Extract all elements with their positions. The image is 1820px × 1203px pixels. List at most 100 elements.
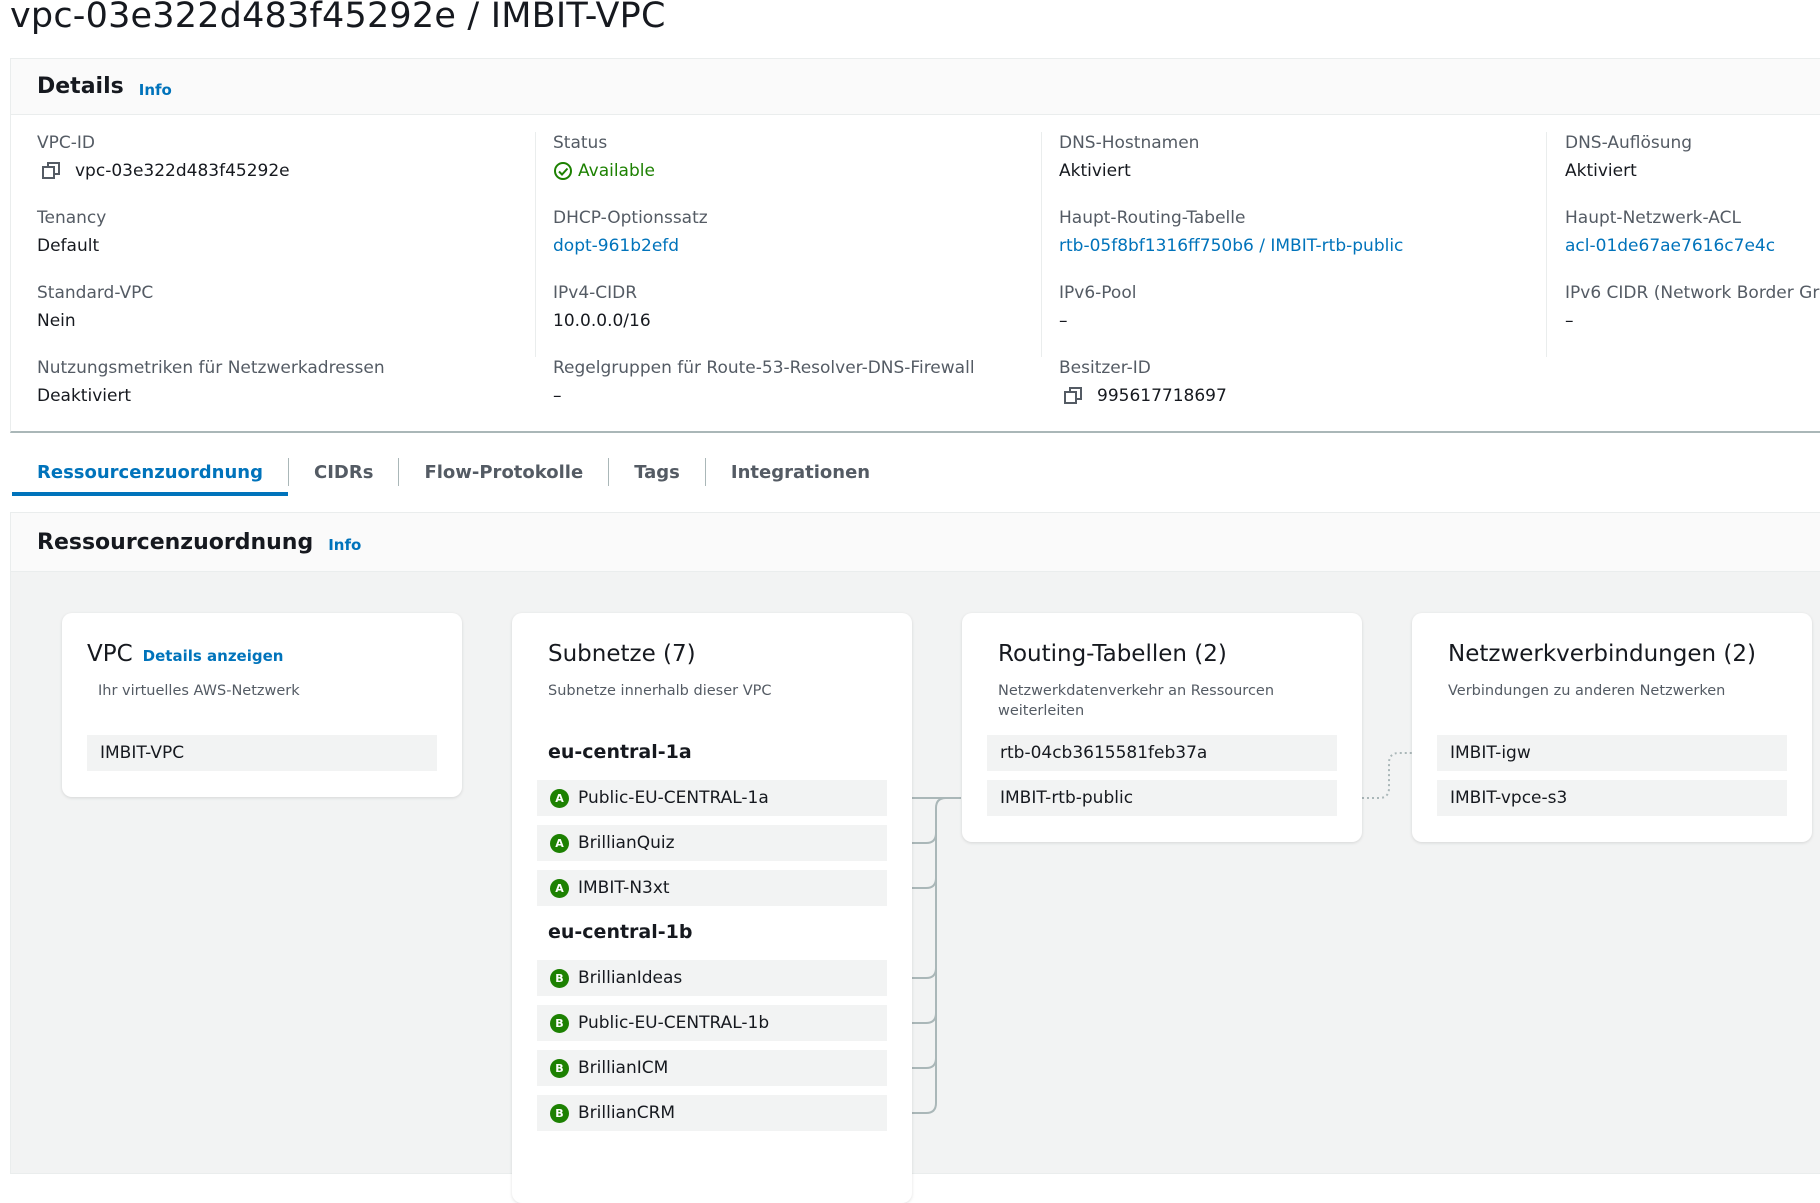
subnet-item[interactable]: B Public-EU-CENTRAL-1b [537,1005,887,1041]
subnet-item[interactable]: B BrillianIdeas [537,960,887,996]
az-badge-b: B [550,968,569,988]
subnet-item[interactable]: A Public-EU-CENTRAL-1a [537,780,887,816]
page-title: vpc-03e322d483f45292e / IMBIT-VPC [10,0,666,36]
tenancy-label: Tenancy [37,208,107,228]
dns-hostnames-value: Aktiviert [1059,161,1131,181]
subnet-item[interactable]: B BrillianCRM [537,1095,887,1131]
network-connections-card: Netzwerkverbindungen (2) Verbindungen zu… [1412,613,1812,842]
tab-bar: Ressourcenzuordnung CIDRs Flow-Protokoll… [12,448,895,496]
vpc-id-text: vpc-03e322d483f45292e [75,161,290,181]
field-vpc-id: VPC-ID vpc-03e322d483f45292e [37,132,535,207]
ipv6-pool-label: IPv6-Pool [1059,283,1137,303]
main-acl-label: Haupt-Netzwerk-ACL [1565,208,1741,228]
resource-map-title: Ressourcenzuordnung [37,529,314,555]
route-tables-card-title: Routing-Tabellen (2) [998,641,1227,667]
route-tables-desc-line-2: weiterleiten [998,703,1085,719]
status-ok-icon [554,162,572,180]
vpc-card-desc: Ihr virtuelles AWS-Netzwerk [98,683,300,699]
route-table-item[interactable]: rtb-04cb3615581feb37a [987,735,1337,771]
tab-tags[interactable]: Tags [609,448,705,496]
owner-id-label: Besitzer-ID [1059,358,1151,378]
az-badge-b: B [550,1013,569,1033]
route-tables-desc-line-1: Netzwerkdatenverkehr an Ressourcen [998,683,1275,699]
subnets-card: Subnetze (7) Subnetze innerhalb dieser V… [512,613,912,1203]
ipv6-pool-value: – [1059,311,1068,331]
ipv6-cidr-value: – [1565,311,1574,331]
vpc-id-label: VPC-ID [37,133,95,153]
connection-item[interactable]: IMBIT-igw [1437,735,1787,771]
copy-icon[interactable] [1063,385,1085,407]
default-vpc-value: Nein [37,311,76,331]
field-main-acl: Haupt-Netzwerk-ACL acl-01de67ae7616c7e4c [1565,207,1820,282]
subnet-label: Public-EU-CENTRAL-1b [578,1013,770,1033]
main-route-table-label: Haupt-Routing-Tabelle [1059,208,1246,228]
subnet-label: BrillianICM [578,1058,669,1078]
connector-lines [885,752,1437,1114]
route-tables-card: Routing-Tabellen (2) Netzwerkdatenverkeh… [962,613,1362,842]
copy-icon[interactable] [41,160,63,182]
default-vpc-label: Standard-VPC [37,283,154,303]
field-tenancy: Tenancy Default [37,207,535,282]
subnets-card-title: Subnetze (7) [548,641,696,667]
dhcp-label: DHCP-Optionssatz [553,208,708,228]
details-panel: Details Info VPC-ID vpc-03e322d483f45292… [10,58,1820,433]
details-info-link[interactable]: Info [139,81,172,99]
tab-resource-map[interactable]: Ressourcenzuordnung [12,448,288,496]
usage-metrics-label: Nutzungsmetriken für Netzwerkadressen [37,358,385,378]
vpc-item[interactable]: IMBIT-VPC [87,735,437,771]
az-heading-1b: eu-central-1b [548,921,693,943]
vpc-details-link[interactable]: Details anzeigen [143,647,284,665]
subnet-item[interactable]: A IMBIT-N3xt [537,870,887,906]
ipv4-cidr-value: 10.0.0.0/16 [553,311,651,331]
dhcp-link[interactable]: dopt-961b2efd [553,235,1041,257]
owner-id-value: 995617718697 [1059,385,1546,407]
connection-item[interactable]: IMBIT-vpce-s3 [1437,780,1787,816]
vpc-id-value: vpc-03e322d483f45292e [37,160,535,182]
tab-cidrs[interactable]: CIDRs [289,448,398,496]
az-heading-1a: eu-central-1a [548,741,692,763]
tab-flow-logs[interactable]: Flow-Protokolle [399,448,608,496]
status-label: Status [553,133,608,153]
subnet-label: BrillianQuiz [578,833,675,853]
details-column-3: DNS-Hostnamen Aktiviert Haupt-Routing-Ta… [1033,132,1547,406]
dns-hostnames-label: DNS-Hostnamen [1059,133,1200,153]
field-dns-resolution: DNS-Auflösung Aktiviert [1565,132,1820,207]
route-table-item[interactable]: IMBIT-rtb-public [987,780,1337,816]
field-owner-id: Besitzer-ID 995617718697 [1059,357,1546,432]
resource-map-info-link[interactable]: Info [328,536,361,554]
resource-map-panel: Ressourcenzuordnung Info VPC Details anz… [10,512,1820,1203]
vpc-card-heading: VPC [87,641,133,667]
ipv6-cidr-label: IPv6 CIDR (Network Border Group) [1565,283,1820,303]
field-dns-hostnames: DNS-Hostnamen Aktiviert [1059,132,1546,207]
az-badge-a: A [550,833,569,853]
ipv4-cidr-label: IPv4-CIDR [553,283,638,303]
resolver-rules-label: Regelgruppen für Route-53-Resolver-DNS-F… [553,358,975,378]
network-connections-card-title: Netzwerkverbindungen (2) [1448,641,1756,667]
tenancy-value: Default [37,236,100,256]
az-badge-a: A [550,788,569,808]
network-connections-card-desc: Verbindungen zu anderen Netzwerken [1448,683,1726,699]
vpc-card: VPC Details anzeigen Ihr virtuelles AWS-… [62,613,462,797]
field-main-route-table: Haupt-Routing-Tabelle rtb-05f8bf1316ff75… [1059,207,1546,282]
details-title: Details [37,74,124,99]
field-status: Status Available [553,132,1041,207]
usage-metrics-value: Deaktiviert [37,386,132,406]
field-dhcp: DHCP-Optionssatz dopt-961b2efd [553,207,1041,282]
az-badge-b: B [550,1058,569,1078]
dns-resolution-label: DNS-Auflösung [1565,133,1693,153]
main-acl-link[interactable]: acl-01de67ae7616c7e4c [1565,235,1820,257]
subnet-item[interactable]: A BrillianQuiz [537,825,887,861]
az-badge-a: A [550,878,569,898]
subnet-item[interactable]: B BrillianICM [537,1050,887,1086]
route-tables-card-desc: Netzwerkdatenverkehr an Ressourcen weite… [998,681,1274,721]
status-value: Available [553,160,1041,182]
tab-integrations[interactable]: Integrationen [706,448,895,496]
field-ipv4-cidr: IPv4-CIDR 10.0.0.0/16 [553,282,1041,357]
status-text: Available [578,161,655,181]
main-route-table-link[interactable]: rtb-05f8bf1316ff750b6 / IMBIT-rtb-public [1059,235,1546,257]
field-ipv6-cidr: IPv6 CIDR (Network Border Group) – [1565,282,1820,357]
field-usage-metrics: Nutzungsmetriken für Netzwerkadressen De… [37,357,535,432]
owner-id-text: 995617718697 [1097,386,1227,406]
details-column-2: Status Available DHCP-Optionssatz dopt-9… [527,132,1042,406]
resolver-rules-value: – [553,386,562,406]
